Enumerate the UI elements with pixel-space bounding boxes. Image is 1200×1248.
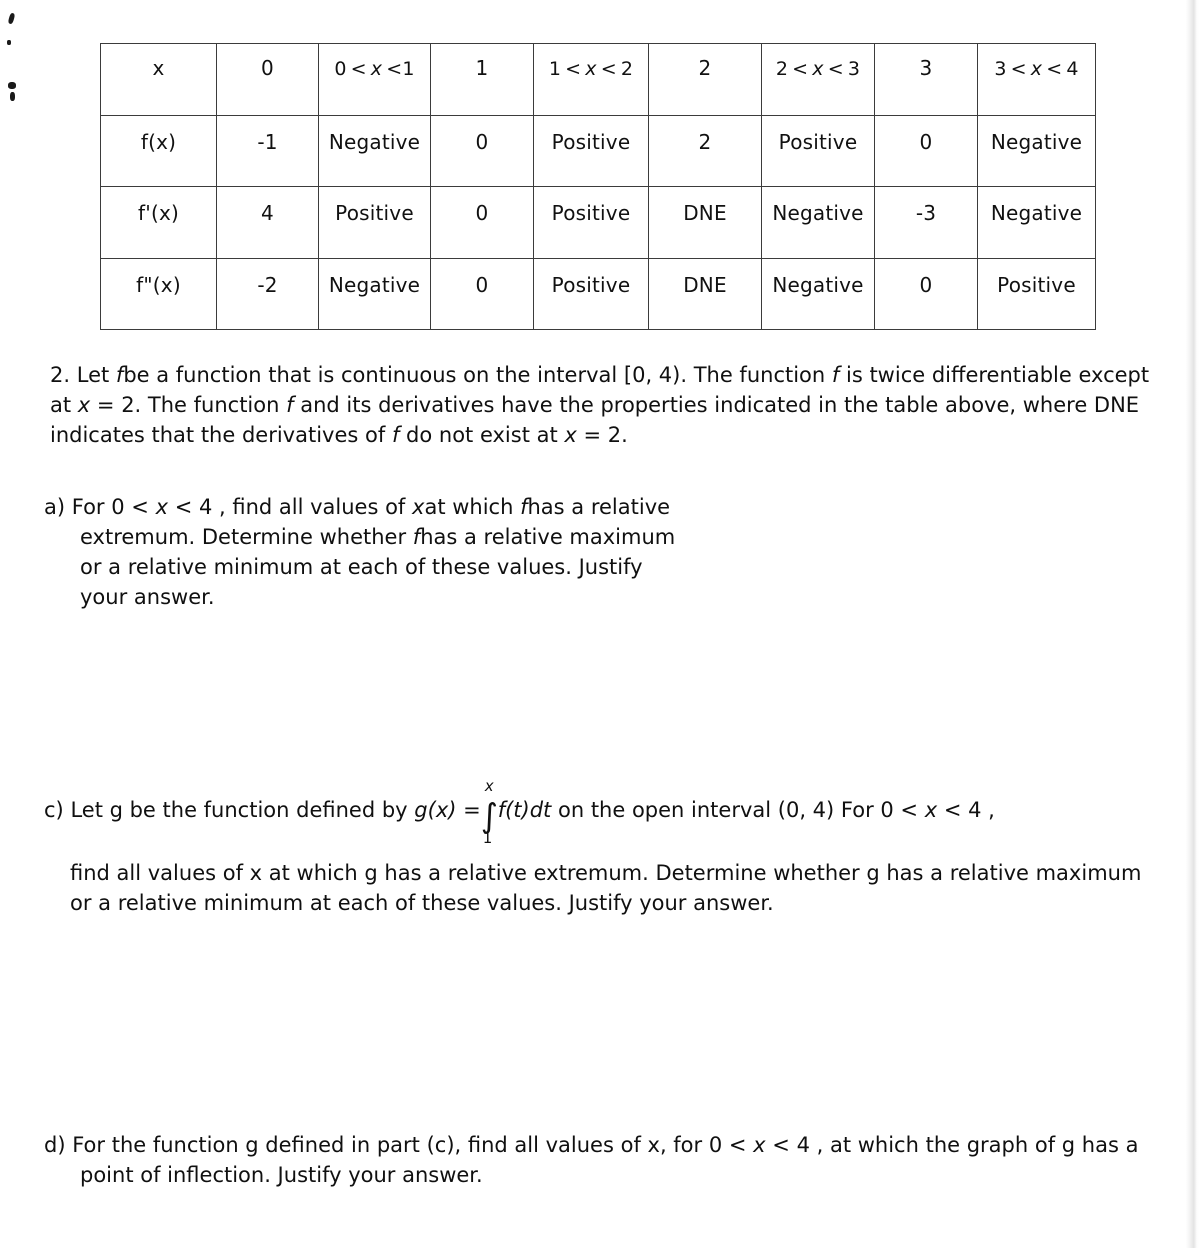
variable-x: x [564, 423, 577, 447]
table-header-3: 3 [874, 43, 978, 116]
table-header-0: 0 [216, 43, 319, 116]
interval-lower-bound: 2 [775, 58, 789, 80]
table-cell: Positive [318, 186, 431, 259]
interval-upper-bound: 3 [847, 58, 861, 80]
part-d-text: For the function g defined in part (c), … [72, 1133, 747, 1157]
row-label-f: f(x) [100, 114, 217, 187]
table-header-interval-1-2: 1 < x < 2 [533, 43, 649, 116]
table-cell: -3 [874, 186, 978, 259]
table-cell: 0 [430, 257, 534, 330]
table-cell: Positive [977, 257, 1096, 330]
table-header-1: 1 [430, 43, 534, 116]
variable-x: x [77, 393, 91, 417]
part-marker-a: a) [44, 495, 66, 519]
row-label-f-double-prime: f"(x) [100, 257, 217, 330]
function-symbol-f: f [520, 495, 528, 519]
table-cell: Negative [761, 186, 875, 259]
problem-part-a: a) For 0 < x < 4 , find all values of xa… [44, 492, 684, 612]
interval-upper-bound: 4 [1066, 58, 1079, 80]
table-cell: Negative [977, 186, 1096, 259]
table-cell: Positive [533, 257, 649, 330]
interval-lower-bound: 3 [994, 58, 1007, 80]
table-cell: DNE [648, 186, 762, 259]
part-a-text: at which [424, 495, 514, 519]
statement-text: do not exist at [406, 423, 558, 447]
scan-artifact-speck [7, 12, 16, 25]
table-cell: 0 [430, 186, 534, 259]
part-a-text: < 4 , find all values of [174, 495, 406, 519]
table-cell: DNE [648, 257, 762, 330]
table-cell: Positive [533, 186, 649, 259]
interval-upper-bound: 1 [402, 58, 415, 80]
part-marker-d: d) [44, 1133, 66, 1157]
interval-lower-bound: 1 [548, 58, 562, 80]
table-row: f"(x) -2 Negative 0 Positive DNE Negativ… [100, 257, 1096, 330]
integral-lower-limit: 1 [482, 829, 493, 847]
table-cell: Positive [761, 114, 875, 187]
table-header-x: x [100, 43, 217, 116]
table-header-2: 2 [648, 43, 762, 116]
table-header-interval-0-1: 0 < x <1 [318, 43, 431, 116]
table-cell: 0 [430, 114, 534, 187]
table-header-interval-2-3: 2 < x < 3 [761, 43, 875, 116]
table-row: f'(x) 4 Positive 0 Positive DNE Negative… [100, 186, 1096, 259]
g-of-x-equals: g(x) = [414, 798, 481, 822]
statement-text: = 2. The function [96, 393, 280, 417]
function-symbol-f: f [286, 393, 294, 417]
interval-variable: x [1030, 58, 1043, 80]
part-a-text: For 0 < [71, 495, 149, 519]
statement-text: be a function that is continuous on the … [123, 363, 826, 387]
problem-part-d: d) For the function g defined in part (c… [44, 1130, 1159, 1190]
table-cell: Negative [977, 114, 1096, 187]
statement-text: = 2. [583, 423, 628, 447]
table-cell: -2 [216, 257, 319, 330]
scan-artifact-speck [10, 92, 15, 101]
table-cell: -1 [216, 114, 319, 187]
table-cell: 0 [874, 114, 978, 187]
function-symbol-f: f [391, 423, 400, 447]
part-c-text: < 4 , [943, 798, 995, 822]
interval-lower-bound: 0 [334, 58, 347, 80]
page-edge-shadow [1178, 0, 1200, 1248]
variable-x: x [924, 798, 938, 822]
integrand: f(t)dt [497, 798, 552, 822]
table-cell: 4 [216, 186, 319, 259]
integral-definition-formula: g(x) = x ∫ 1 f(t)dt [414, 777, 552, 847]
problem-part-c: c) Let g be the function defined by g(x)… [44, 777, 1159, 847]
interval-variable: x [585, 58, 597, 80]
table-cell: 0 [874, 257, 978, 330]
table-header-interval-3-4: 3 < x < 4 [977, 43, 1096, 116]
scan-artifact-speck [7, 40, 11, 45]
statement-text: Let [76, 363, 110, 387]
table-cell: Negative [318, 114, 431, 187]
variable-x: x [753, 1133, 766, 1157]
table-cell: Negative [761, 257, 875, 330]
interval-variable: x [370, 58, 383, 80]
interval-variable: x [812, 58, 824, 80]
scan-artifact-speck [8, 82, 16, 89]
problem-number: 2. [50, 363, 71, 387]
table-cell: 2 [648, 114, 762, 187]
variable-x: x [412, 495, 425, 519]
table-cell: Positive [533, 114, 649, 187]
table-header-row: x 0 0 < x <1 1 1 < x < 2 2 2 < x < 3 3 3… [100, 43, 1096, 116]
table-cell: Negative [318, 257, 431, 330]
function-properties-table: x 0 0 < x <1 1 1 < x < 2 2 2 < x < 3 3 3… [100, 43, 1096, 330]
row-label-f-prime: f'(x) [100, 186, 217, 259]
part-c-text: Let g be the function defined by [70, 798, 408, 822]
function-symbol-f: f [831, 363, 840, 387]
part-c-text: on the open interval (0, 4) For 0 < [557, 798, 919, 822]
interval-upper-bound: 2 [620, 58, 634, 80]
integral-symbol-stack: x ∫ 1 [481, 777, 498, 847]
problem-part-c-continued: find all values of x at which g has a re… [70, 861, 1142, 915]
part-marker-c: c) [44, 798, 64, 822]
table-row: f(x) -1 Negative 0 Positive 2 Positive 0… [100, 114, 1096, 187]
variable-x: x [155, 495, 168, 519]
problem-statement: 2. Let fbe a function that is continuous… [50, 360, 1160, 450]
scanned-worksheet-page: x 0 0 < x <1 1 1 < x < 2 2 2 < x < 3 3 3… [0, 0, 1200, 1248]
